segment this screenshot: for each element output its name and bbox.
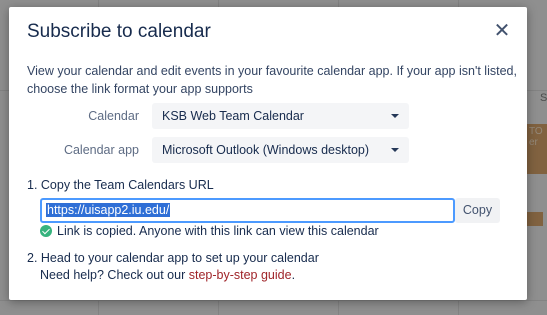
copied-status: Link is copied. Anyone with this link ca… (40, 224, 379, 238)
chevron-down-icon (391, 114, 399, 118)
help-text: Need help? Check out our step-by-step gu… (40, 268, 295, 282)
close-icon[interactable]: ✕ (493, 21, 511, 41)
calendar-app-label: Calendar app (63, 143, 139, 157)
step-1-text: 1. Copy the Team Calendars URL (27, 178, 214, 192)
copy-button[interactable]: Copy (455, 198, 500, 223)
help-prefix: Need help? Check out our (40, 268, 189, 282)
calendar-select[interactable]: KSB Web Team Calendar (152, 103, 409, 129)
help-suffix: . (291, 268, 296, 282)
chevron-down-icon (391, 148, 399, 152)
step-by-step-guide-link[interactable]: step-by-step guide (189, 268, 292, 282)
check-circle-icon (40, 225, 52, 237)
calendar-app-select-value: Microsoft Outlook (Windows desktop) (162, 143, 370, 157)
dialog-title: Subscribe to calendar (27, 21, 211, 42)
calendar-label: Calendar (88, 109, 139, 123)
calendar-app-select[interactable]: Microsoft Outlook (Windows desktop) (152, 137, 409, 163)
calendar-url-input[interactable]: https://uisapp2.iu.edu/ (40, 198, 455, 223)
copied-message: Link is copied. Anyone with this link ca… (57, 224, 379, 238)
intro-text: View your calendar and edit events in yo… (27, 64, 517, 96)
calendar-select-value: KSB Web Team Calendar (162, 109, 304, 123)
subscribe-dialog: Subscribe to calendar ✕ View your calend… (9, 7, 527, 300)
step-2-text: 2. Head to your calendar app to set up y… (27, 251, 319, 265)
url-text: https://uisapp2.iu.edu/ (46, 203, 171, 217)
